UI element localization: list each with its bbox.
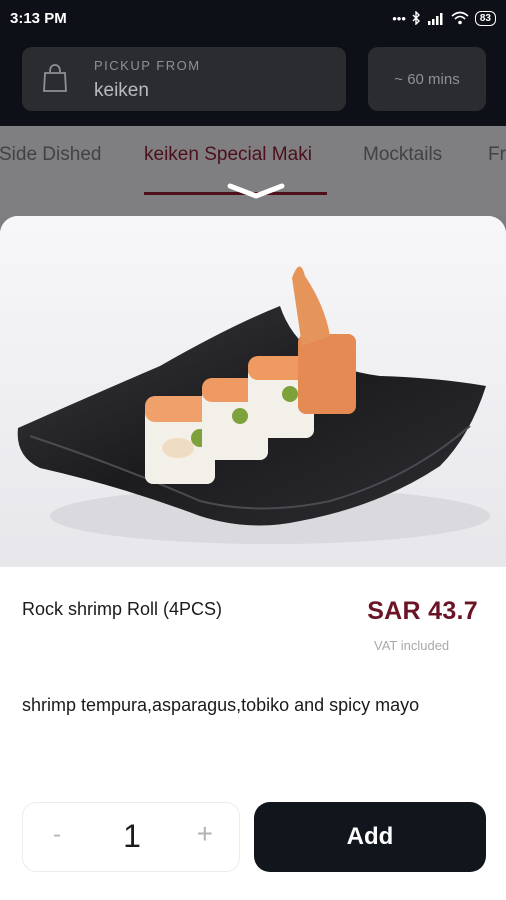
header: PICKUP FROM keiken ~ 60 mins	[0, 36, 506, 126]
app-screen: 3:13 PM ••• 83 PICKUP FROM keiken ~ 60 m…	[0, 0, 506, 900]
pickup-location: keiken	[94, 80, 149, 101]
item-price: SAR 43.7	[367, 597, 478, 625]
tab-side-dished[interactable]: Side Dished	[0, 144, 101, 166]
quantity-stepper: - 1 +	[22, 802, 240, 872]
bluetooth-icon	[412, 11, 420, 25]
tab-next-category[interactable]: Fr	[488, 144, 506, 166]
increase-quantity-button[interactable]: +	[197, 818, 213, 850]
category-tabs: Side Dished keiken Special Maki Mocktail…	[0, 126, 506, 216]
battery-icon: 83	[474, 10, 496, 26]
status-bar: 3:13 PM ••• 83	[0, 0, 506, 36]
wifi-icon	[451, 11, 469, 25]
item-name: Rock shrimp Roll (4PCS)	[22, 599, 223, 619]
tab-keiken-special-maki[interactable]: keiken Special Maki	[144, 144, 312, 166]
vat-note: VAT included	[374, 638, 450, 653]
pickup-selector[interactable]: PICKUP FROM keiken	[22, 47, 346, 111]
chevron-down-icon[interactable]	[226, 180, 286, 202]
status-icons: ••• 83	[392, 10, 496, 26]
item-photo	[0, 216, 506, 567]
tab-mocktails[interactable]: Mocktails	[363, 144, 442, 166]
pickup-label: PICKUP FROM	[94, 58, 201, 73]
item-description: shrimp tempura,asparagus,tobiko and spic…	[22, 695, 420, 715]
shopping-bag-icon	[43, 64, 67, 92]
signal-icon	[427, 12, 443, 25]
dots-icon: •••	[392, 10, 406, 26]
eta-badge[interactable]: ~ 60 mins	[368, 47, 486, 111]
item-detail-sheet: Rock shrimp Roll (4PCS) SAR 43.7 VAT inc…	[0, 216, 506, 900]
add-to-cart-button[interactable]: Add	[254, 802, 486, 872]
status-time: 3:13 PM	[10, 9, 67, 27]
